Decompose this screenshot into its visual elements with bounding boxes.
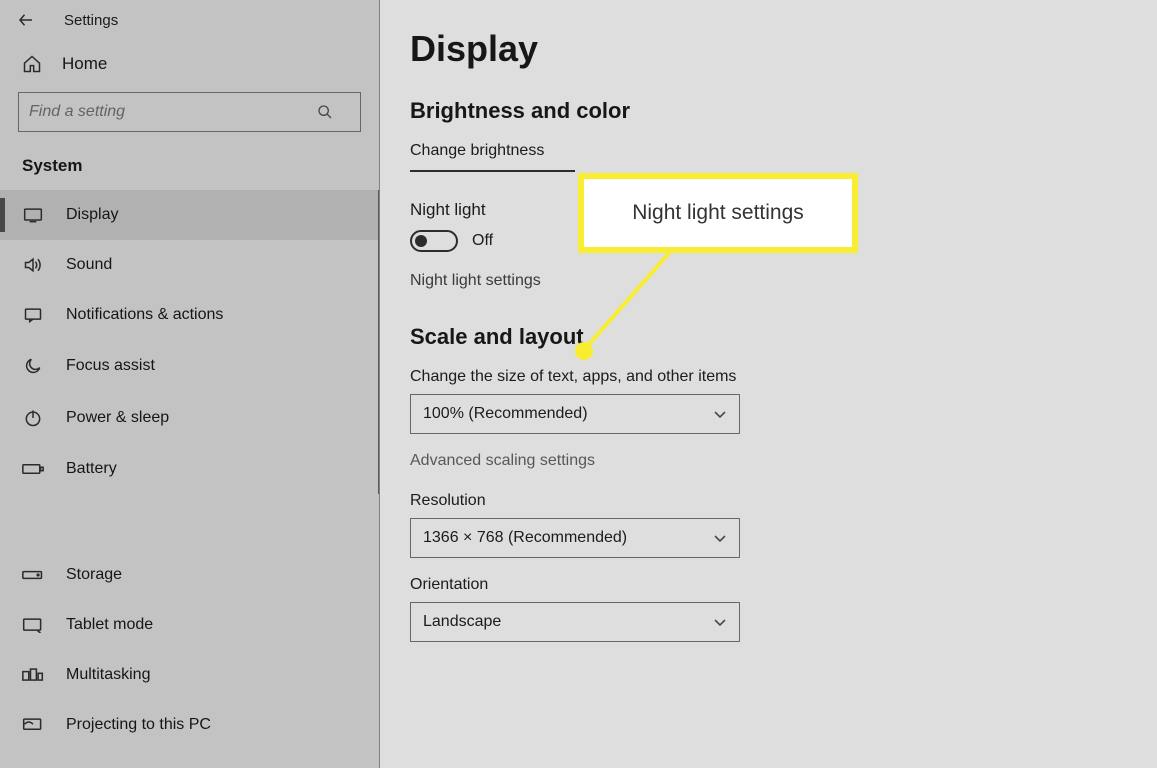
night-light-state: Off bbox=[472, 232, 493, 250]
sidebar-item-focus-assist[interactable]: Focus assist bbox=[0, 340, 378, 392]
sidebar-item-label: Battery bbox=[66, 460, 117, 478]
sidebar-item-label: Display bbox=[66, 206, 118, 224]
resolution-value: 1366 × 768 (Recommended) bbox=[423, 529, 627, 547]
storage-icon bbox=[22, 569, 44, 581]
advanced-scaling-link[interactable]: Advanced scaling settings bbox=[410, 452, 1127, 470]
sidebar-item-label: Focus assist bbox=[66, 357, 155, 375]
category-label: System bbox=[0, 156, 379, 190]
sidebar-item-sound[interactable]: Sound bbox=[0, 240, 378, 290]
search-input[interactable] bbox=[18, 92, 361, 132]
resolution-label: Resolution bbox=[410, 492, 1127, 510]
home-icon bbox=[22, 54, 42, 74]
notifications-icon bbox=[22, 306, 44, 324]
callout-text: Night light settings bbox=[632, 201, 804, 225]
projecting-icon bbox=[22, 717, 44, 733]
brightness-slider[interactable] bbox=[410, 170, 575, 172]
sound-icon bbox=[22, 256, 44, 274]
night-light-toggle[interactable] bbox=[410, 230, 458, 252]
back-icon[interactable] bbox=[16, 10, 36, 30]
orientation-value: Landscape bbox=[423, 613, 501, 631]
section-scale: Scale and layout bbox=[410, 324, 1127, 350]
sidebar-item-multitasking[interactable]: Multitasking bbox=[0, 650, 379, 700]
orientation-dropdown[interactable]: Landscape bbox=[410, 602, 740, 642]
sidebar-item-label: Notifications & actions bbox=[66, 306, 223, 324]
chevron-down-icon bbox=[713, 533, 727, 543]
display-icon bbox=[22, 207, 44, 223]
power-icon bbox=[22, 408, 44, 428]
orientation-label: Orientation bbox=[410, 576, 1127, 594]
night-light-settings-link[interactable]: Night light settings bbox=[410, 272, 1127, 290]
sidebar-item-tablet-mode[interactable]: Tablet mode bbox=[0, 600, 379, 650]
sidebar-item-home[interactable]: Home bbox=[0, 30, 379, 92]
chevron-down-icon bbox=[713, 409, 727, 419]
sidebar-item-power-sleep[interactable]: Power & sleep bbox=[0, 392, 378, 444]
home-label: Home bbox=[62, 54, 107, 74]
sidebar-item-label: Tablet mode bbox=[66, 616, 153, 634]
callout-dot bbox=[575, 342, 593, 360]
change-brightness-label: Change brightness bbox=[410, 142, 1127, 160]
sidebar-item-label: Sound bbox=[66, 256, 112, 274]
scale-value: 100% (Recommended) bbox=[423, 405, 588, 423]
sidebar-item-label: Projecting to this PC bbox=[66, 716, 211, 734]
focus-assist-icon bbox=[22, 356, 44, 376]
search-icon bbox=[317, 104, 333, 120]
sidebar-item-battery[interactable]: Battery bbox=[0, 444, 378, 494]
multitasking-icon bbox=[22, 667, 44, 683]
section-brightness: Brightness and color bbox=[410, 98, 1127, 124]
sidebar-item-label: Multitasking bbox=[66, 666, 150, 684]
sidebar-item-projecting[interactable]: Projecting to this PC bbox=[0, 700, 379, 734]
page-title: Display bbox=[410, 28, 1127, 70]
settings-title: Settings bbox=[64, 12, 118, 29]
sidebar-item-storage[interactable]: Storage bbox=[0, 550, 379, 600]
callout-box: Night light settings bbox=[578, 173, 858, 253]
resolution-dropdown[interactable]: 1366 × 768 (Recommended) bbox=[410, 518, 740, 558]
sidebar-item-notifications[interactable]: Notifications & actions bbox=[0, 290, 378, 340]
settings-sidebar: Settings Home System bbox=[0, 0, 380, 768]
sidebar-item-display[interactable]: Display bbox=[0, 190, 378, 240]
main-panel: Display Brightness and color Change brig… bbox=[380, 0, 1157, 768]
scale-dropdown[interactable]: 100% (Recommended) bbox=[410, 394, 740, 434]
battery-icon bbox=[22, 462, 44, 476]
chevron-down-icon bbox=[713, 617, 727, 627]
tablet-icon bbox=[22, 617, 44, 633]
scale-text-label: Change the size of text, apps, and other… bbox=[410, 368, 1127, 386]
sidebar-item-label: Storage bbox=[66, 566, 122, 584]
sidebar-item-label: Power & sleep bbox=[66, 409, 169, 427]
